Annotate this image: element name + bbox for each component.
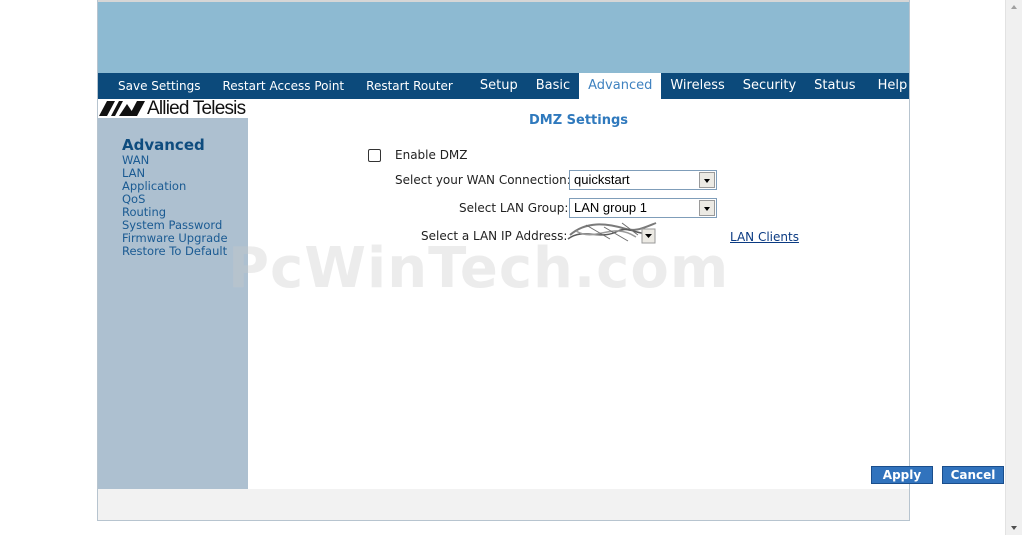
allied-telesis-mark-icon: [99, 101, 145, 116]
lan-group-value: LAN group 1: [574, 200, 647, 215]
header-banner: [98, 0, 909, 73]
enable-dmz-label: Enable DMZ: [395, 148, 468, 162]
sidebar: Advanced WAN LAN Application QoS Routing…: [98, 118, 248, 489]
lan-ip-label: Select a LAN IP Address:: [421, 229, 568, 243]
page-title: DMZ Settings: [528, 113, 629, 128]
dropdown-arrow-icon: [699, 200, 715, 216]
nav-save-settings[interactable]: Save Settings: [98, 73, 212, 99]
nav-restart-access-point[interactable]: Restart Access Point: [212, 73, 356, 99]
nav-restart-router[interactable]: Restart Router: [355, 73, 471, 99]
enable-dmz-checkbox[interactable]: [368, 149, 381, 162]
wan-connection-select[interactable]: quickstart: [569, 170, 717, 190]
sidebar-title: Advanced: [122, 136, 205, 154]
wan-connection-value: quickstart: [574, 172, 630, 187]
nav-help[interactable]: Help: [865, 73, 917, 99]
lan-ip-select-obscured[interactable]: [566, 217, 658, 247]
sidebar-link-restore-to-default[interactable]: Restore To Default: [122, 245, 248, 258]
dropdown-arrow-icon: [699, 172, 715, 188]
nav-basic[interactable]: Basic: [527, 73, 579, 99]
top-nav-bar: Save Settings Restart Access Point Resta…: [98, 73, 909, 99]
brand-name: Allied Telesis: [147, 98, 246, 119]
nav-wireless[interactable]: Wireless: [661, 73, 733, 99]
lan-group-label: Select LAN Group:: [459, 201, 569, 215]
wan-connection-label: Select your WAN Connection:: [395, 173, 571, 187]
nav-setup[interactable]: Setup: [471, 73, 527, 99]
vertical-scrollbar[interactable]: [1005, 0, 1022, 535]
nav-status[interactable]: Status: [805, 73, 864, 99]
apply-button[interactable]: Apply: [871, 466, 933, 484]
router-admin-frame: Save Settings Restart Access Point Resta…: [97, 0, 1004, 521]
main-content: DMZ Settings Enable DMZ Select your WAN …: [248, 113, 1004, 489]
cancel-button[interactable]: Cancel: [942, 466, 1004, 484]
nav-advanced[interactable]: Advanced: [579, 73, 662, 99]
lan-clients-link[interactable]: LAN Clients: [730, 230, 799, 244]
scroll-down-icon[interactable]: [1011, 526, 1017, 530]
allied-telesis-logo: Allied Telesis: [99, 98, 246, 119]
lan-group-select[interactable]: LAN group 1: [569, 198, 717, 218]
footer-bar: [98, 489, 909, 520]
scroll-up-icon[interactable]: [1011, 5, 1017, 9]
nav-security[interactable]: Security: [734, 73, 805, 99]
